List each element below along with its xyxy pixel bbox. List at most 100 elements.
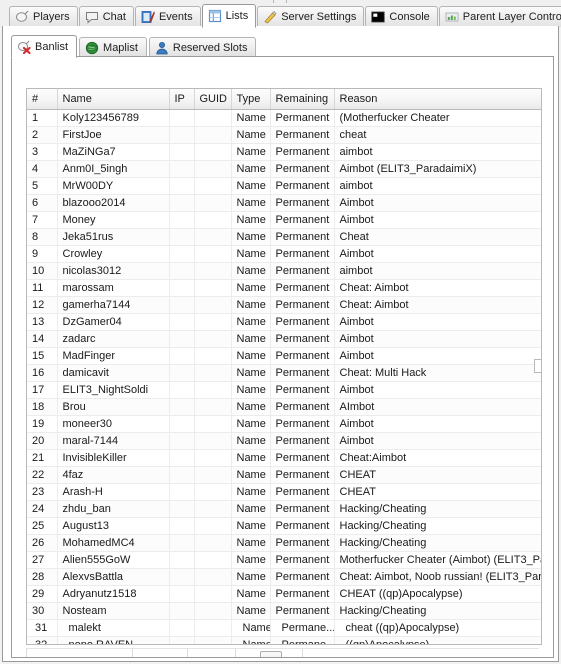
cell-type[interactable]: Name [231,381,271,399]
cell-guid[interactable] [194,568,232,586]
cell-guid[interactable] [194,347,232,365]
table-row[interactable]: 14 zadarc Name Permanent Aimbot [27,330,541,348]
cell-name[interactable]: Jeka51rus [57,228,170,246]
table-row[interactable]: 1 Koly123456789 Name Permanent (Motherfucker… [27,109,541,127]
cell-remaining[interactable]: Permanent [270,296,335,314]
cell-name[interactable]: Nosteam [57,602,170,620]
cell-reason[interactable]: aimbot [334,262,541,280]
cell-name[interactable]: nopo RAVEN [57,636,170,644]
cell-remaining[interactable]: Permanent [270,500,335,518]
cell-remaining[interactable]: Permanent [270,347,335,365]
table-row[interactable]: 22 4faz Name Permanent CHEAT [27,466,541,484]
column-header-name[interactable]: Name [57,89,170,110]
table-row[interactable]: 21 InvisibleKiller Name Permanent Cheat:Aimb… [27,449,541,467]
cell-reason[interactable]: Motherfucker Cheater (Aimbot) (ELIT3_Par… [334,551,541,569]
cell-num[interactable]: 3 [27,143,58,161]
cell-guid[interactable] [194,177,232,195]
cell-reason[interactable]: (Motherfucker Cheater [334,109,541,127]
cell-guid[interactable] [194,483,232,501]
cell-reason[interactable]: Hacking/Cheating [334,517,541,535]
main-tab-parent-layer-control[interactable]: Parent Layer Control [438,6,561,27]
cell-type[interactable]: Name [231,126,271,144]
table-row[interactable]: 23 Arash-H Name Permanent CHEAT [27,483,541,501]
cell-type[interactable]: Name [231,364,271,382]
cell-ip[interactable] [169,347,195,365]
cell-ip[interactable] [169,279,195,297]
cell-ip[interactable] [169,602,195,620]
main-tab-chat[interactable]: Chat [78,6,134,27]
cell-num[interactable]: 25 [27,517,58,535]
cell-type[interactable]: Name [231,313,271,331]
cell-type[interactable]: Name [231,466,271,484]
cell-reason[interactable]: Aimbot [334,211,541,229]
cell-name[interactable]: zadarc [57,330,170,348]
cell-remaining[interactable]: Permanent [270,534,335,552]
cell-reason[interactable]: CHEAT [334,483,541,501]
cell-guid[interactable] [194,364,232,382]
cell-remaining[interactable]: Permanent [270,602,335,620]
column-header-type[interactable]: Type [231,89,271,110]
cell-ip[interactable] [169,568,195,586]
cell-name[interactable]: maral-7144 [57,432,170,450]
cell-num[interactable]: 8 [27,228,58,246]
cell-type[interactable]: Name [231,143,271,161]
cell-guid[interactable] [194,211,232,229]
cell-reason[interactable]: Cheat: Aimbot [334,296,541,314]
cell-name[interactable]: Arash-H [57,483,170,501]
cell-ip[interactable] [169,194,195,212]
cell-ip[interactable] [169,517,195,535]
cell-remaining[interactable]: Permanent [270,585,335,603]
cell-name[interactable]: gamerha7144 [57,296,170,314]
cell-type[interactable]: Name [231,109,271,127]
cell-name[interactable]: blazooo2014 [57,194,170,212]
cell-guid[interactable] [194,602,232,620]
cell-ip[interactable] [169,313,195,331]
cell-reason[interactable]: Aimbot [334,245,541,263]
table-row[interactable]: 7 Money Name Permanent Aimbot [27,211,541,229]
cell-guid[interactable] [194,466,232,484]
cell-ip[interactable] [169,296,195,314]
cell-ip[interactable] [169,364,195,382]
cell-reason[interactable]: Cheat: Aimbot [334,279,541,297]
cell-remaining[interactable]: Permanent [270,177,335,195]
cell-num[interactable]: 5 [27,177,58,195]
cell-reason[interactable]: Cheat: Multi Hack [334,364,541,382]
cell-name[interactable]: MohamedMC4 [57,534,170,552]
cell-name[interactable]: MaZiNGa7 [57,143,170,161]
cell-ip[interactable] [169,466,195,484]
cell-ip[interactable] [169,636,195,644]
main-tab-server-settings[interactable]: Server Settings [257,6,365,27]
cell-reason[interactable]: Aimbot [334,415,541,433]
cell-ip[interactable] [169,585,195,603]
cell-reason[interactable]: Cheat:Aimbot [334,449,541,467]
cell-num[interactable]: 6 [27,194,58,212]
cell-reason[interactable]: Aimbot [334,330,541,348]
cell-guid[interactable] [194,398,232,416]
column-header-ip[interactable]: IP [169,89,195,110]
cell-num[interactable]: 16 [27,364,58,382]
cell-remaining[interactable]: Permanent [270,432,335,450]
table-row[interactable]: 3 MaZiNGa7 Name Permanent aimbot [27,143,541,161]
cell-reason[interactable]: CHEAT ((qp)Apocalypse) [334,585,541,603]
cell-guid[interactable] [194,449,232,467]
cell-type[interactable]: Name [231,636,271,644]
cell-type[interactable]: Name [231,194,271,212]
cell-guid[interactable] [194,228,232,246]
cell-type[interactable]: Name [231,211,271,229]
cell-num[interactable]: 21 [27,449,58,467]
cell-num[interactable]: 17 [27,381,58,399]
cell-name[interactable]: InvisibleKiller [57,449,170,467]
cell-remaining[interactable]: Permanent [270,313,335,331]
table-row[interactable]: 8 Jeka51rus Name Permanent Cheat [27,228,541,246]
cell-ip[interactable] [169,262,195,280]
column-header-guid[interactable]: GUID [194,89,232,110]
cell-guid[interactable] [194,415,232,433]
table-row[interactable]: 28 AlexvsBattla Name Permanent Cheat: Aimbot… [27,568,541,586]
cell-name[interactable]: moneer30 [57,415,170,433]
cell-num[interactable]: 28 [27,568,58,586]
table-row[interactable]: 13 DzGamer04 Name Permanent Aimbot [27,313,541,331]
cell-remaining[interactable]: Permanent [270,194,335,212]
cell-num[interactable]: 15 [27,347,58,365]
cell-guid[interactable] [194,143,232,161]
cell-reason[interactable]: Cheat [334,228,541,246]
